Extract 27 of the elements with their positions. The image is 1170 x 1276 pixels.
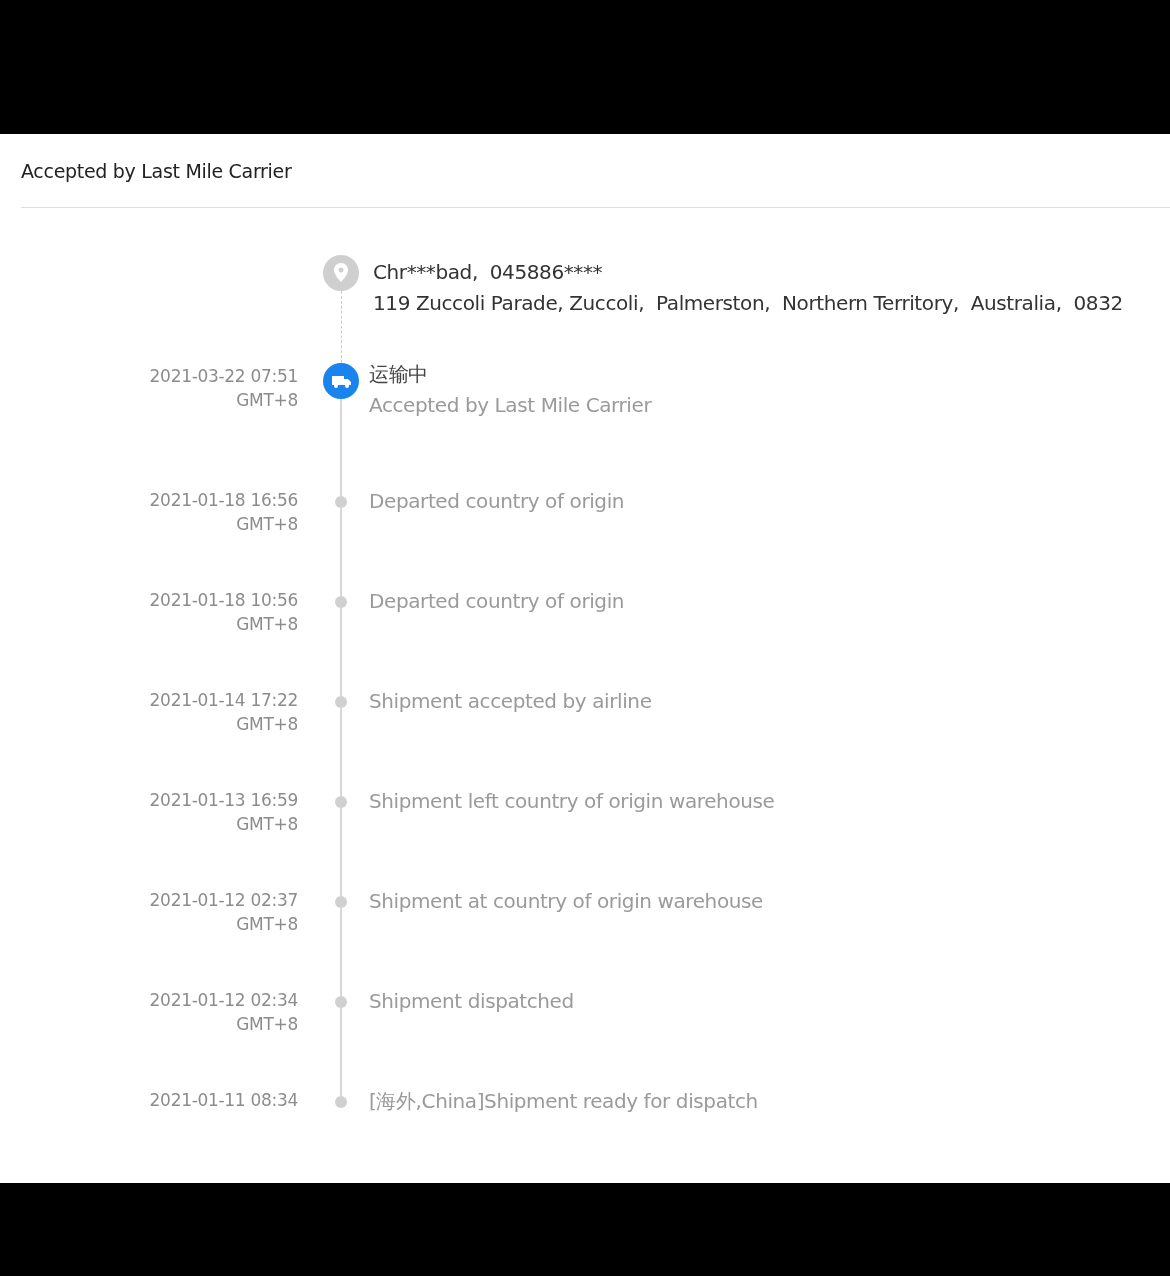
event-time: 2021-01-13 16:59 — [149, 789, 298, 812]
status-text: 运输中 — [369, 361, 429, 388]
event-timezone: GMT+8 — [236, 513, 298, 536]
event-timezone: GMT+8 — [236, 713, 298, 736]
event-time: 2021-01-14 17:22 — [149, 689, 298, 712]
event-timezone: GMT+8 — [236, 389, 298, 412]
event-description: Departed country of origin — [369, 488, 626, 515]
event-timezone: GMT+8 — [236, 813, 298, 836]
event-description: Shipment left country of origin warehouse — [369, 788, 776, 815]
event-time: 2021-01-12 02:34 — [149, 989, 298, 1012]
event-time: 2021-01-18 10:56 — [149, 589, 298, 612]
event-time: 2021-01-12 02:37 — [149, 889, 298, 912]
event-timezone: GMT+8 — [236, 1013, 298, 1036]
event-description: Shipment at country of origin warehouse — [369, 888, 764, 915]
event-description: Departed country of origin — [369, 588, 626, 615]
event-description: Shipment accepted by airline — [369, 688, 653, 715]
address-text: 119 Zuccoli Parade, Zuccoli, Palmerston, Northern Territory, Australia, 0832 — [373, 290, 1124, 317]
event-timezone: GMT+8 — [236, 613, 298, 636]
event-description: Accepted by Last Mile Carrier — [369, 392, 653, 419]
event-time: 2021-01-18 16:56 — [149, 489, 298, 512]
recipient-name: Chr***bad, 045886**** — [373, 259, 604, 286]
event-description: Shipment dispatched — [369, 988, 575, 1015]
event-description: [海外,China]Shipment ready for dispatch — [369, 1088, 759, 1115]
event-time: 2021-03-22 07:51 — [149, 365, 298, 388]
page-title: Accepted by Last Mile Carrier — [21, 159, 292, 182]
event-timezone: GMT+8 — [236, 913, 298, 936]
event-time: 2021-01-11 08:34 — [149, 1089, 298, 1112]
